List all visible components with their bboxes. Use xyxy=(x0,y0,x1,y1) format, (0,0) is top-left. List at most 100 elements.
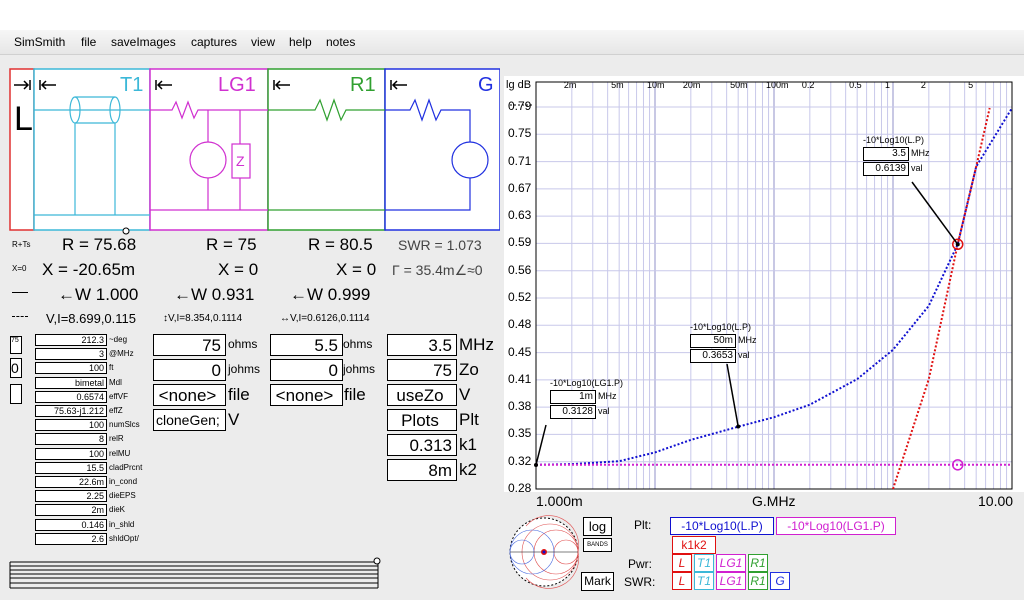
t1-dash-button[interactable] xyxy=(10,384,22,404)
swr-lg1-button[interactable]: LG1 xyxy=(716,572,746,590)
t1-param-field[interactable]: 8 xyxy=(35,433,107,446)
y-tick-label: 0.48 xyxy=(508,317,532,332)
y-tick-label: 0.52 xyxy=(508,290,532,304)
load-letter: L xyxy=(14,100,33,138)
x0-icon[interactable]: X=0 xyxy=(12,264,26,273)
top-tick-label: 5m xyxy=(611,80,624,90)
menu-help[interactable]: help xyxy=(289,35,312,49)
swr-g-button[interactable]: G xyxy=(770,572,790,590)
marker-value: 0.6139 xyxy=(863,162,909,176)
t1-param-label: Mdl xyxy=(109,377,122,387)
lg1-ohms-field[interactable]: 75 xyxy=(153,334,226,356)
y-tick-label: 0.56 xyxy=(508,262,532,277)
menu-saveimages[interactable]: saveImages xyxy=(111,35,176,49)
g-v-unit: V xyxy=(459,385,471,404)
t1-title[interactable]: T1 xyxy=(120,74,143,97)
t1-param-field[interactable]: 22.6m xyxy=(35,476,107,488)
bands-button[interactable]: BANDS xyxy=(583,538,612,552)
y-tick-label: 0.71 xyxy=(508,153,532,168)
t1-param-field[interactable]: 2.25 xyxy=(35,490,107,503)
t1-zo-label: 75 xyxy=(11,337,19,344)
g-freq-field[interactable]: 3.5 xyxy=(387,334,457,356)
t1-param-field[interactable]: 212.3 xyxy=(35,334,107,346)
plot-y-title: lg dB xyxy=(506,79,532,91)
r1-vi: ↔V,I=0.6126,0.1114 xyxy=(280,313,370,324)
log-button[interactable]: log xyxy=(583,517,612,536)
menu-view[interactable]: view xyxy=(251,35,275,49)
t1-param-label: numSlcs xyxy=(109,420,140,430)
marker-freq: 3.5 xyxy=(863,147,909,161)
t1-vi: V,I=8.699,0.115 xyxy=(46,311,137,326)
mark-button[interactable]: Mark xyxy=(581,572,614,591)
r1-title[interactable]: R1 xyxy=(350,74,376,97)
pwr-lg1-button[interactable]: LG1 xyxy=(716,554,746,572)
plt-label: Plt: xyxy=(634,518,652,532)
plt-lg1p-button[interactable]: -10*Log10(LG1.P) xyxy=(776,517,896,535)
lg1-vi: ↕V,I=8.354,0.1114 xyxy=(163,313,243,324)
g-k2-field[interactable]: 8m xyxy=(387,459,457,481)
g-zo-field[interactable]: 75 xyxy=(387,359,457,381)
swr-t1-button[interactable]: T1 xyxy=(694,572,714,590)
lg1-ohms-unit: ohms xyxy=(228,337,258,351)
t1-param-label: cladPrcnt xyxy=(109,462,143,472)
plt-lp-button[interactable]: -10*Log10(L.P) xyxy=(670,517,774,535)
t1-param-label: effZ xyxy=(109,406,123,415)
t1-param-field[interactable]: 100 xyxy=(35,362,107,375)
t1-zero-button[interactable]: 0 xyxy=(10,358,22,378)
g-plt-field[interactable]: Plots xyxy=(387,409,457,431)
vi-icon[interactable] xyxy=(12,316,28,317)
pwr-r1-button[interactable]: R1 xyxy=(748,554,768,572)
rx-icon[interactable]: R+Ts xyxy=(12,240,30,249)
g-v-field[interactable]: useZo xyxy=(387,384,457,406)
pwr-t1-button[interactable]: T1 xyxy=(694,554,714,572)
pwr-l-button[interactable]: L xyxy=(672,554,692,572)
t1-zo-button[interactable]: 75 xyxy=(10,336,22,354)
lg1-clonegen-field[interactable]: cloneGen; xyxy=(153,409,226,431)
marker-freq-unit: MHz xyxy=(738,335,757,345)
t1-param-field[interactable]: 3 xyxy=(35,348,107,361)
plot-area[interactable] xyxy=(504,76,1024,492)
k1k2-button[interactable]: k1k2 xyxy=(672,536,716,554)
smith-chart[interactable] xyxy=(506,514,582,590)
menu-notes[interactable]: notes xyxy=(326,35,355,49)
t1-param-field[interactable]: 15.5 xyxy=(35,461,107,474)
top-tick-label: 0.2 xyxy=(801,80,815,90)
swr-l-button[interactable]: L xyxy=(672,572,692,590)
w-icon[interactable] xyxy=(12,292,28,293)
r1-ohms-unit: ohms xyxy=(343,337,373,351)
g-title[interactable]: G xyxy=(478,74,494,97)
g-k1-field[interactable]: 0.313 xyxy=(387,434,457,456)
r1-file-field[interactable]: <none> xyxy=(270,384,343,406)
top-tick-label: 100m xyxy=(766,80,789,90)
t1-param-field[interactable]: 100 xyxy=(35,447,107,460)
r1-johms-field[interactable]: 0 xyxy=(270,359,343,381)
lg1-johms-field[interactable]: 0 xyxy=(153,359,226,381)
lg1-file-field[interactable]: <none> xyxy=(153,384,226,406)
t1-param-label: dieEPS xyxy=(109,491,136,501)
menu-file[interactable]: file xyxy=(81,35,96,49)
menu-simsmith[interactable]: SimSmith xyxy=(14,35,65,49)
t1-param-label: in_cond xyxy=(109,477,138,486)
r1-ohms-field[interactable]: 5.5 xyxy=(270,334,343,356)
t1-param-field[interactable]: 75.63-j1.212 xyxy=(35,405,107,417)
t1-param-field[interactable]: bimetal xyxy=(35,376,107,389)
swr-r1-button[interactable]: R1 xyxy=(748,572,768,590)
x-min-label: 1.000m xyxy=(536,493,583,509)
g-k2-unit: k2 xyxy=(459,460,477,479)
y-tick-label: 0.45 xyxy=(508,344,532,359)
t1-param-field[interactable]: 0.6574 xyxy=(35,390,107,403)
y-tick-label: 0.38 xyxy=(508,399,532,414)
x-max-label: 10.00 xyxy=(978,493,1014,509)
menu-captures[interactable]: captures xyxy=(191,35,237,49)
lg1-johms-unit: johms xyxy=(228,362,261,376)
marker-title: -10*Log10(L.P) xyxy=(863,135,925,145)
t1-param-field[interactable]: 0.146 xyxy=(35,518,107,531)
lg1-w: ←W 0.931 xyxy=(174,285,255,304)
r1-x: X = 0 xyxy=(336,260,377,279)
t1-param-field[interactable]: 100 xyxy=(35,419,107,432)
r1-r: R = 80.5 xyxy=(308,235,373,254)
y-tick-label: 0.79 xyxy=(508,99,532,113)
t1-param-field[interactable]: 2m xyxy=(35,504,107,517)
lg1-title[interactable]: LG1 xyxy=(218,74,256,97)
t1-param-field[interactable]: 2.6 xyxy=(35,532,107,545)
